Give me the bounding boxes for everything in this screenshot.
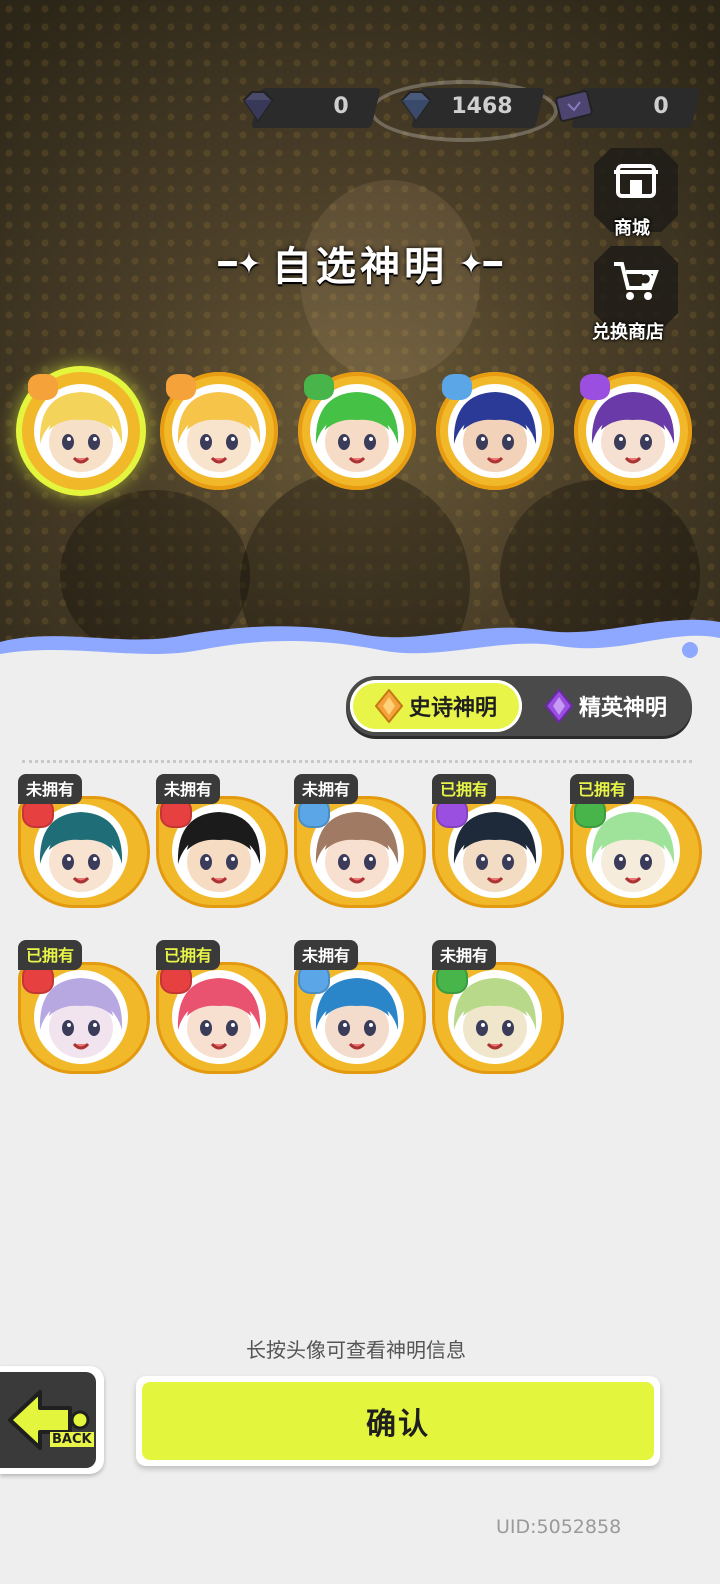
- divider: [22, 760, 692, 763]
- currency-value: 0: [653, 94, 669, 119]
- diamond-icon: [242, 91, 274, 122]
- back-arrow-icon: [8, 1390, 90, 1450]
- selected-slot[interactable]: [160, 372, 278, 490]
- tab-elite-label: 精英神明: [578, 696, 667, 721]
- tab-elite[interactable]: 精英神明: [524, 680, 688, 732]
- ticket-icon: [555, 90, 593, 122]
- exchange-shop-label: 兑换商店: [592, 322, 664, 343]
- confirm-button[interactable]: 确认: [136, 1376, 660, 1466]
- back-button-face: [0, 1372, 96, 1468]
- shop-icon: [614, 164, 658, 198]
- character-card[interactable]: 未拥有: [18, 774, 150, 908]
- currency-value: 1468: [451, 94, 513, 119]
- hint-text: 长按头像可查看神明信息: [246, 1338, 466, 1362]
- back-label: BACK: [50, 1432, 94, 1447]
- title-decoration-left: ━✦: [218, 247, 272, 282]
- title-decoration-right: ✦━: [448, 247, 502, 282]
- ownership-badge: 未拥有: [294, 774, 359, 804]
- ownership-badge: 未拥有: [294, 940, 359, 970]
- ownership-badge: 未拥有: [18, 774, 83, 804]
- character-card[interactable]: 已拥有: [432, 774, 564, 908]
- back-button[interactable]: BACK: [0, 1366, 104, 1474]
- character-card[interactable]: 已拥有: [18, 940, 150, 1074]
- tab-epic[interactable]: 史诗神明: [350, 680, 522, 732]
- character-card[interactable]: 未拥有: [156, 774, 288, 908]
- confirm-label: 确认: [142, 1382, 654, 1460]
- ownership-badge: 已拥有: [156, 940, 221, 970]
- character-card[interactable]: 未拥有: [294, 774, 426, 908]
- selected-slot[interactable]: [298, 372, 416, 490]
- uid-text: UID:5052858: [496, 1516, 622, 1538]
- elite-gem-icon: [544, 689, 573, 723]
- blue-diamond-icon: [400, 91, 432, 122]
- element-badge-icon: [304, 374, 334, 400]
- ownership-badge: 已拥有: [432, 774, 497, 804]
- tab-epic-label: 史诗神明: [408, 696, 497, 721]
- element-badge-icon: [580, 374, 610, 400]
- page-title: 自选神明: [272, 244, 448, 290]
- ownership-badge: 已拥有: [570, 774, 635, 804]
- element-badge-icon: [166, 374, 196, 400]
- selected-slot[interactable]: [436, 372, 554, 490]
- selected-slot[interactable]: [22, 372, 140, 490]
- currency-value: 0: [333, 94, 349, 119]
- element-badge-icon: [28, 374, 58, 400]
- character-card[interactable]: 未拥有: [432, 940, 564, 1074]
- rarity-tabs: 史诗神明 精英神明: [346, 676, 692, 736]
- ownership-badge: 未拥有: [156, 774, 221, 804]
- epic-gem-icon: [374, 689, 403, 723]
- selected-slot[interactable]: [574, 372, 692, 490]
- character-card[interactable]: 未拥有: [294, 940, 426, 1074]
- ownership-badge: 未拥有: [432, 940, 497, 970]
- character-card[interactable]: 已拥有: [156, 940, 288, 1074]
- ownership-badge: 已拥有: [18, 940, 83, 970]
- page-title-row: ━✦ 自选神明 ✦━: [0, 234, 720, 292]
- character-card[interactable]: 已拥有: [570, 774, 702, 908]
- element-badge-icon: [442, 374, 472, 400]
